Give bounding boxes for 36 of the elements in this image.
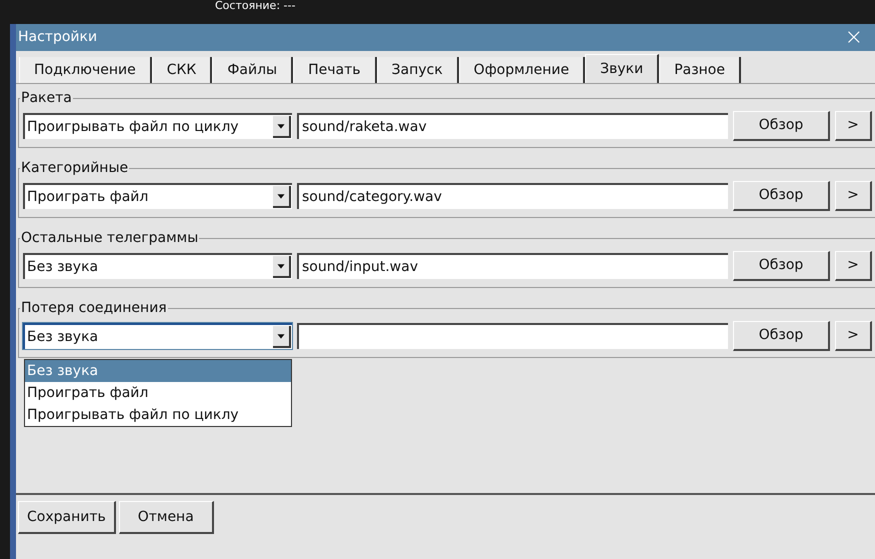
more-button[interactable]: > bbox=[835, 321, 872, 351]
more-button[interactable]: > bbox=[835, 181, 872, 211]
sound-mode-dropdown[interactable]: Проиграть файл bbox=[23, 183, 292, 209]
more-button[interactable]: > bbox=[835, 111, 872, 141]
dropdown-option[interactable]: Проиграть файл bbox=[25, 382, 291, 404]
window-title: Настройки bbox=[18, 28, 98, 47]
tab[interactable]: Звуки bbox=[585, 54, 660, 84]
file-path-field[interactable]: sound/input.wav bbox=[297, 253, 728, 279]
group-label: Категорийные bbox=[20, 159, 130, 178]
status-text: Состояние: --- bbox=[215, 0, 296, 12]
dialog-button[interactable]: Сохранить bbox=[18, 501, 116, 534]
tab[interactable]: Печать bbox=[293, 57, 377, 83]
browse-button[interactable]: Обзор bbox=[733, 321, 830, 351]
file-path-field[interactable]: sound/raketa.wav bbox=[297, 113, 728, 139]
sound-mode-dropdown[interactable]: Проигрывать файл по циклу bbox=[23, 113, 292, 139]
close-button[interactable]: × bbox=[844, 26, 863, 48]
dropdown-option[interactable]: Без звука bbox=[25, 360, 291, 382]
file-path-field[interactable]: sound/category.wav bbox=[297, 183, 728, 209]
tab[interactable]: Разное bbox=[659, 57, 741, 83]
tab[interactable]: Файлы bbox=[212, 57, 294, 83]
tab[interactable]: Оформление bbox=[458, 57, 586, 83]
dropdown-option[interactable]: Проигрывать файл по циклу bbox=[25, 404, 291, 426]
file-path-field[interactable] bbox=[297, 323, 728, 349]
tab[interactable]: Запуск bbox=[376, 57, 459, 83]
dialog-button[interactable]: Отмена bbox=[118, 501, 214, 534]
group-label: Потеря соединения bbox=[20, 299, 168, 318]
browse-button[interactable]: Обзор bbox=[733, 181, 830, 211]
group-label: Остальные телеграммы bbox=[20, 229, 200, 248]
browse-button[interactable]: Обзор bbox=[733, 251, 830, 281]
browse-button[interactable]: Обзор bbox=[733, 111, 830, 141]
sound-mode-dropdown[interactable]: Без звука bbox=[23, 323, 292, 349]
tab[interactable]: СКК bbox=[152, 57, 212, 83]
tab[interactable]: Подключение bbox=[19, 57, 152, 83]
more-button[interactable]: > bbox=[835, 251, 872, 281]
sound-mode-dropdown[interactable]: Без звука bbox=[23, 253, 292, 279]
group-label: Ракета bbox=[20, 89, 73, 108]
